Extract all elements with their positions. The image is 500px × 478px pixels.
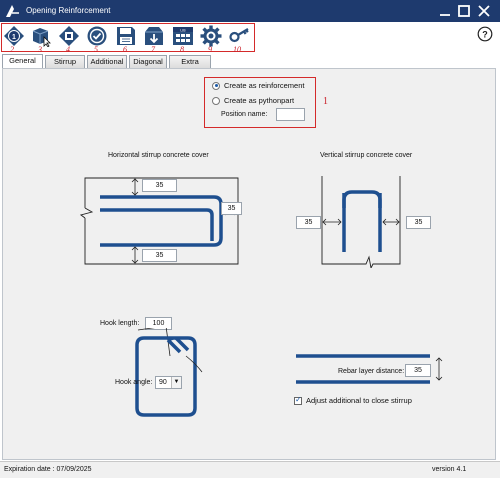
tool-number: 6 bbox=[123, 45, 127, 54]
horizontal-right-cover-input[interactable]: 35 bbox=[221, 202, 242, 215]
adjust-additional-checkbox-row[interactable]: Adjust additional to close stirrup bbox=[294, 395, 412, 405]
hook-length-label: Hook length: bbox=[100, 320, 140, 327]
rebar-layer-input[interactable]: 35 bbox=[405, 364, 431, 377]
radio-label: Create as reinforcement bbox=[224, 81, 305, 90]
tool-number: 8 bbox=[180, 45, 184, 54]
close-icon[interactable] bbox=[476, 3, 492, 19]
radio-button[interactable] bbox=[212, 96, 220, 105]
allplan-logo-icon bbox=[6, 5, 19, 17]
number-one-icon[interactable]: 1 bbox=[3, 25, 25, 47]
settings-gear-icon[interactable] bbox=[200, 25, 222, 47]
radio-button[interactable] bbox=[212, 81, 220, 90]
tool-number: 5 bbox=[94, 45, 98, 54]
check-circle-icon[interactable] bbox=[86, 25, 108, 47]
marker-label: 1 bbox=[323, 96, 328, 107]
save-icon[interactable] bbox=[115, 25, 137, 47]
cube-select-icon[interactable] bbox=[30, 25, 52, 48]
svg-text:?: ? bbox=[482, 29, 488, 39]
svg-text:LIB: LIB bbox=[180, 28, 186, 32]
horizontal-cover-title: Horizontal stirrup concrete cover bbox=[108, 152, 209, 159]
tool-number: 7 bbox=[151, 45, 155, 54]
library-icon[interactable]: LIB bbox=[172, 25, 194, 47]
position-name-label: Position name: bbox=[221, 111, 268, 118]
tab-additional[interactable]: Additional bbox=[87, 55, 127, 68]
toolbar: 1 2 3 4 5 6 7 LIB 8 9 10 bbox=[0, 22, 500, 54]
vertical-right-cover-input[interactable]: 35 bbox=[406, 216, 431, 229]
vertical-cover-title: Vertical stirrup concrete cover bbox=[320, 152, 413, 159]
tool-number: 10 bbox=[233, 45, 241, 54]
horizontal-bottom-cover-input[interactable]: 35 bbox=[142, 249, 177, 262]
hook-angle-value: 90 bbox=[159, 379, 167, 386]
vertical-left-cover-input[interactable]: 35 bbox=[296, 216, 321, 229]
hook-angle-select[interactable]: 90 ▼ bbox=[155, 376, 182, 389]
chevron-down-icon[interactable]: ▼ bbox=[171, 377, 181, 388]
adjust-additional-label: Adjust additional to close stirrup bbox=[306, 396, 412, 405]
move-diamond-icon[interactable] bbox=[58, 25, 80, 47]
adjust-additional-checkbox[interactable] bbox=[294, 395, 302, 405]
create-as-pythonpart-option[interactable]: Create as pythonpart bbox=[212, 96, 294, 105]
rebar-layer-label: Rebar layer distance: bbox=[338, 368, 405, 375]
svg-text:1: 1 bbox=[12, 34, 16, 41]
tab-general[interactable]: General bbox=[2, 54, 43, 69]
create-as-reinforcement-option[interactable]: Create as reinforcement bbox=[212, 81, 304, 90]
tool-number: 9 bbox=[208, 45, 212, 54]
tool-number: 4 bbox=[66, 45, 70, 54]
tab-diagonal[interactable]: Diagonal bbox=[129, 55, 167, 68]
title-bar: Opening Reinforcement bbox=[0, 0, 500, 22]
window-title: Opening Reinforcement bbox=[26, 6, 111, 15]
maximize-icon[interactable] bbox=[456, 3, 472, 19]
radio-label: Create as pythonpart bbox=[224, 96, 295, 105]
tool-number: 3 bbox=[38, 45, 42, 54]
version-label: version 4.1 bbox=[432, 466, 467, 473]
horizontal-top-cover-input[interactable]: 35 bbox=[142, 179, 177, 192]
tab-extra-stirrup[interactable]: Extra Stirrup bbox=[169, 55, 211, 78]
position-name-input[interactable] bbox=[276, 108, 305, 121]
help-icon[interactable]: ? bbox=[477, 26, 493, 42]
hook-diagram bbox=[135, 328, 203, 417]
minimize-icon[interactable] bbox=[437, 3, 453, 19]
tab-stirrup[interactable]: Stirrup bbox=[45, 55, 85, 68]
tool-number: 2 bbox=[10, 45, 14, 54]
hook-angle-label: Hook angle: bbox=[115, 379, 153, 386]
vertical-stirrup-diagram bbox=[321, 176, 401, 268]
key-icon[interactable] bbox=[228, 25, 250, 47]
expiration-date: Expiration date : 07/09/2025 bbox=[4, 466, 92, 473]
status-bar: Expiration date : 07/09/2025 version 4.1 bbox=[0, 461, 500, 478]
load-icon[interactable] bbox=[143, 25, 165, 47]
